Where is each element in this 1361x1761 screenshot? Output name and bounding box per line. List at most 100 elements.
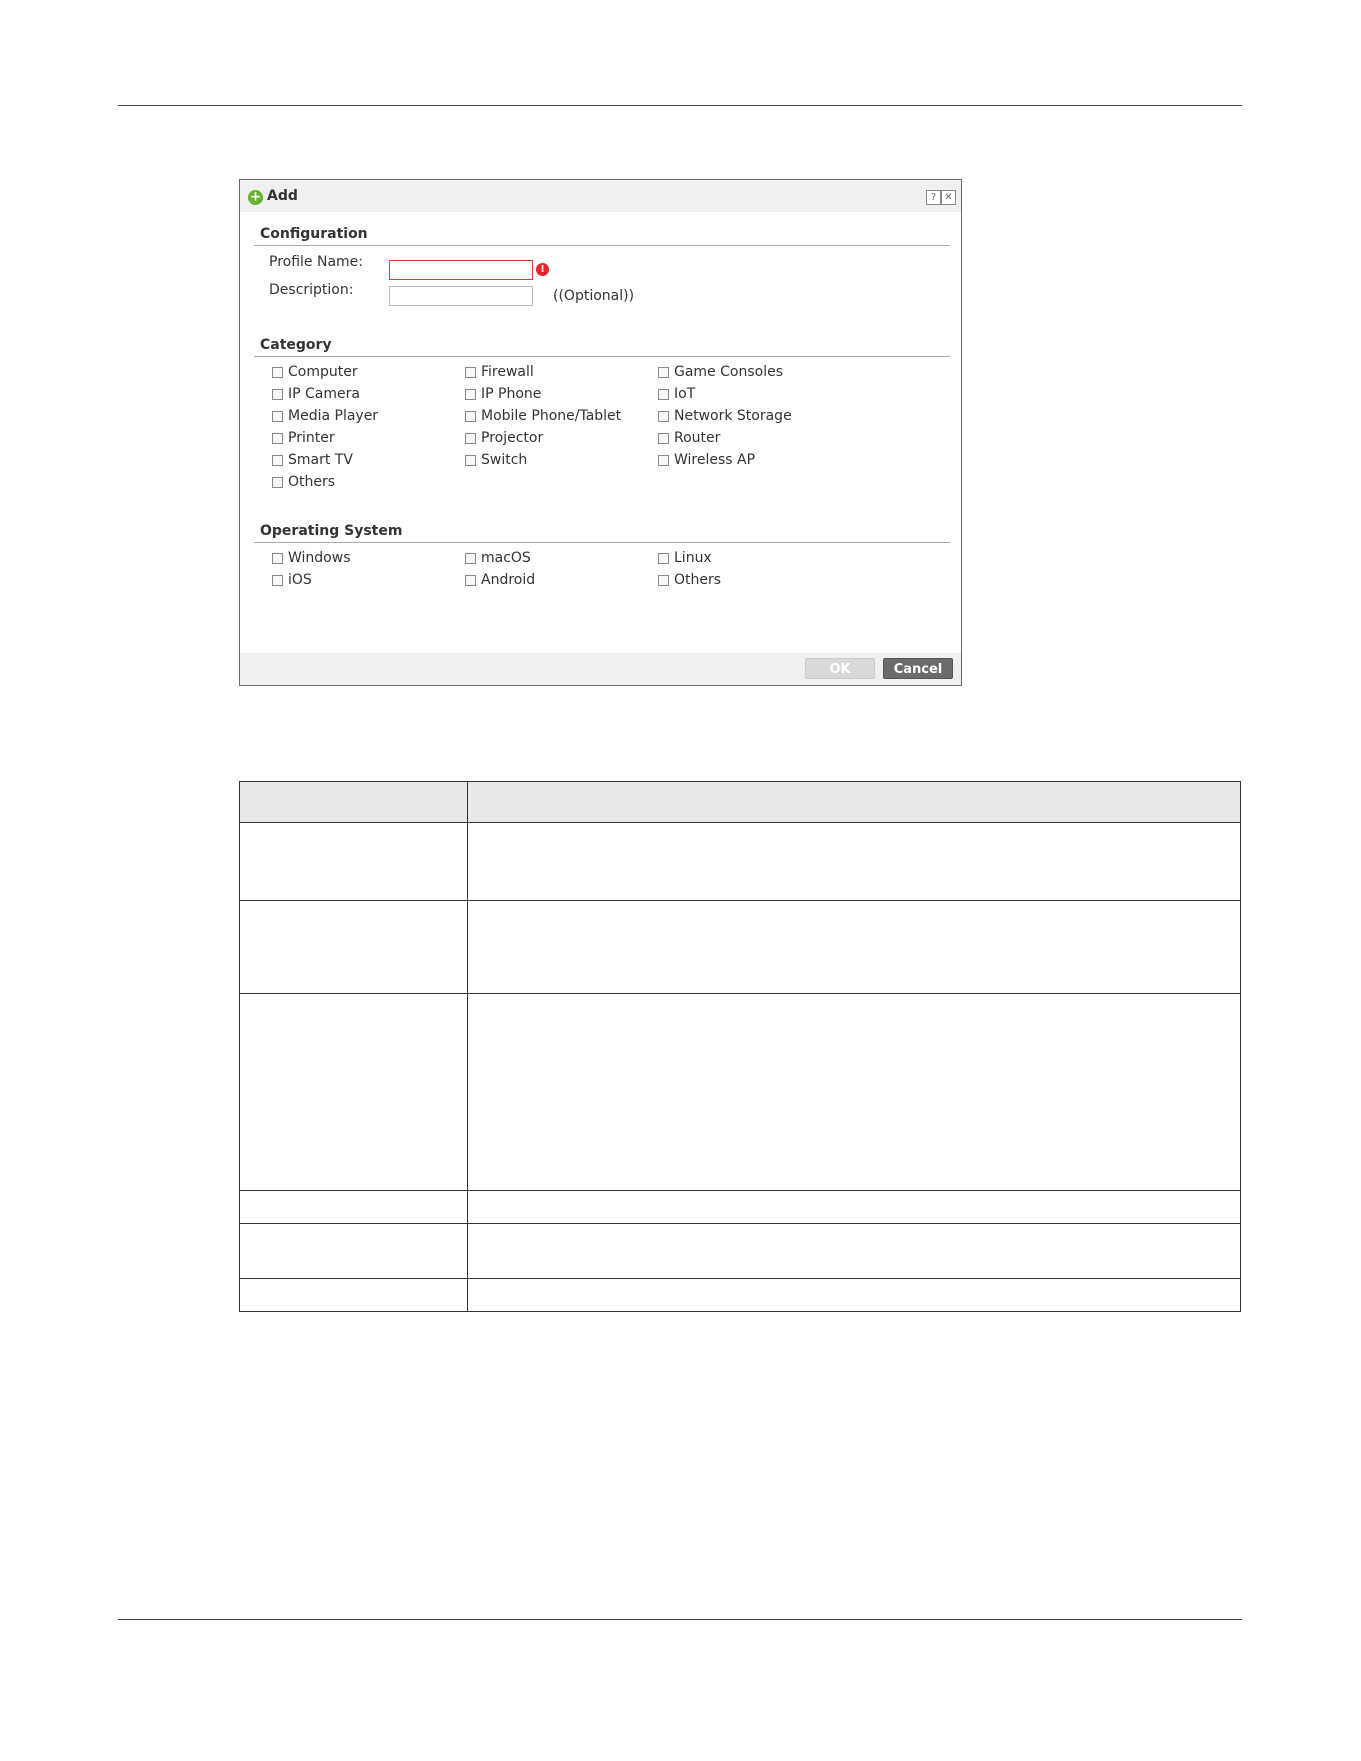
section-title-configuration: Configuration — [260, 226, 368, 242]
checkbox-label: Printer — [288, 430, 335, 446]
table-cell — [467, 822, 1241, 901]
checkbox-others-os[interactable]: Others — [658, 572, 721, 588]
table-cell — [239, 822, 468, 901]
checkbox-label: Linux — [674, 550, 712, 566]
checkbox-box[interactable] — [465, 410, 476, 422]
checkbox-ip-camera[interactable]: IP Camera — [272, 386, 360, 402]
table-cell — [467, 1223, 1241, 1279]
checkbox-label: Projector — [481, 430, 544, 446]
checkbox-switch[interactable]: Switch — [465, 452, 527, 468]
checkbox-label: iOS — [288, 572, 312, 588]
description-label: Description: — [269, 282, 354, 298]
checkbox-media-player[interactable]: Media Player — [272, 408, 378, 424]
section-divider — [254, 542, 950, 543]
checkbox-game-consoles[interactable]: Game Consoles — [658, 364, 783, 380]
checkbox-box[interactable] — [658, 366, 669, 378]
optional-hint: ((Optional)) — [553, 288, 635, 304]
dialog-header: + Add ? ✕ — [240, 180, 961, 212]
checkbox-box[interactable] — [272, 410, 283, 422]
table-header-cell — [239, 781, 468, 823]
section-divider — [254, 245, 950, 246]
checkbox-ip-phone[interactable]: IP Phone — [465, 386, 541, 402]
checkbox-projector[interactable]: Projector — [465, 430, 543, 446]
checkbox-box[interactable] — [272, 552, 283, 564]
checkbox-label: Router — [674, 430, 721, 446]
checkbox-linux[interactable]: Linux — [658, 550, 712, 566]
description-input[interactable] — [389, 286, 533, 306]
checkbox-ios[interactable]: iOS — [272, 572, 312, 588]
description-table — [239, 781, 1241, 1312]
profile-name-input[interactable] — [389, 260, 533, 280]
help-icon[interactable]: ? — [926, 190, 941, 205]
checkbox-macos[interactable]: macOS — [465, 550, 531, 566]
checkbox-smart-tv[interactable]: Smart TV — [272, 452, 353, 468]
section-title-category: Category — [260, 337, 332, 353]
checkbox-wireless-ap[interactable]: Wireless AP — [658, 452, 755, 468]
ok-button[interactable]: OK — [805, 658, 875, 679]
checkbox-label: IP Camera — [288, 386, 360, 402]
checkbox-box[interactable] — [465, 432, 476, 444]
table-cell — [467, 993, 1241, 1191]
checkbox-box[interactable] — [465, 454, 476, 466]
table-cell — [467, 1278, 1241, 1312]
checkbox-label: macOS — [481, 550, 531, 566]
checkbox-box[interactable] — [658, 574, 669, 586]
checkbox-box[interactable] — [465, 388, 476, 400]
checkbox-computer[interactable]: Computer — [272, 364, 358, 380]
table-row — [239, 822, 1241, 901]
checkbox-box[interactable] — [658, 410, 669, 422]
checkbox-label: Others — [674, 572, 722, 588]
checkbox-label: Game Consoles — [674, 364, 783, 380]
checkbox-label: Mobile Phone/Tablet — [481, 408, 622, 424]
checkbox-box[interactable] — [272, 432, 283, 444]
profile-name-label: Profile Name: — [269, 254, 364, 270]
checkbox-box[interactable] — [272, 366, 283, 378]
checkbox-box[interactable] — [272, 476, 283, 488]
checkbox-label: Android — [481, 572, 536, 588]
checkbox-box[interactable] — [658, 552, 669, 564]
table-row — [239, 993, 1241, 1191]
checkbox-router[interactable]: Router — [658, 430, 720, 446]
checkbox-label: Network Storage — [674, 408, 792, 424]
footer-rule — [118, 1619, 1242, 1620]
checkbox-box[interactable] — [272, 574, 283, 586]
checkbox-label: IoT — [674, 386, 696, 402]
table-header-row — [239, 781, 1241, 823]
section-divider — [254, 356, 950, 357]
checkbox-label: Media Player — [288, 408, 379, 424]
checkbox-label: Wireless AP — [674, 452, 756, 468]
table-row — [239, 1190, 1241, 1224]
section-title-operating-system: Operating System — [260, 523, 403, 539]
checkbox-android[interactable]: Android — [465, 572, 535, 588]
checkbox-others-category[interactable]: Others — [272, 474, 335, 490]
table-cell — [239, 900, 468, 994]
checkbox-windows[interactable]: Windows — [272, 550, 351, 566]
checkbox-label: Computer — [288, 364, 358, 380]
cancel-button[interactable]: Cancel — [883, 658, 953, 679]
dialog-footer: OK Cancel — [240, 653, 961, 685]
checkbox-box[interactable] — [658, 432, 669, 444]
checkbox-network-storage[interactable]: Network Storage — [658, 408, 792, 424]
checkbox-label: Windows — [288, 550, 351, 566]
table-header-cell — [467, 781, 1241, 823]
checkbox-box[interactable] — [465, 574, 476, 586]
checkbox-box[interactable] — [658, 454, 669, 466]
table-row — [239, 1278, 1241, 1312]
table-cell — [239, 993, 468, 1191]
checkbox-box[interactable] — [272, 454, 283, 466]
dialog-title: Add — [267, 188, 298, 204]
checkbox-box[interactable] — [465, 552, 476, 564]
checkbox-label: Others — [288, 474, 336, 490]
table-row — [239, 900, 1241, 994]
checkbox-box[interactable] — [658, 388, 669, 400]
close-icon[interactable]: ✕ — [941, 190, 956, 205]
checkbox-label: Firewall — [481, 364, 534, 380]
checkbox-firewall[interactable]: Firewall — [465, 364, 534, 380]
checkbox-iot[interactable]: IoT — [658, 386, 695, 402]
table-cell — [467, 900, 1241, 994]
checkbox-box[interactable] — [465, 366, 476, 378]
checkbox-box[interactable] — [272, 388, 283, 400]
checkbox-printer[interactable]: Printer — [272, 430, 335, 446]
add-icon: + — [248, 189, 263, 205]
checkbox-mobile-phone-tablet[interactable]: Mobile Phone/Tablet — [465, 408, 621, 424]
